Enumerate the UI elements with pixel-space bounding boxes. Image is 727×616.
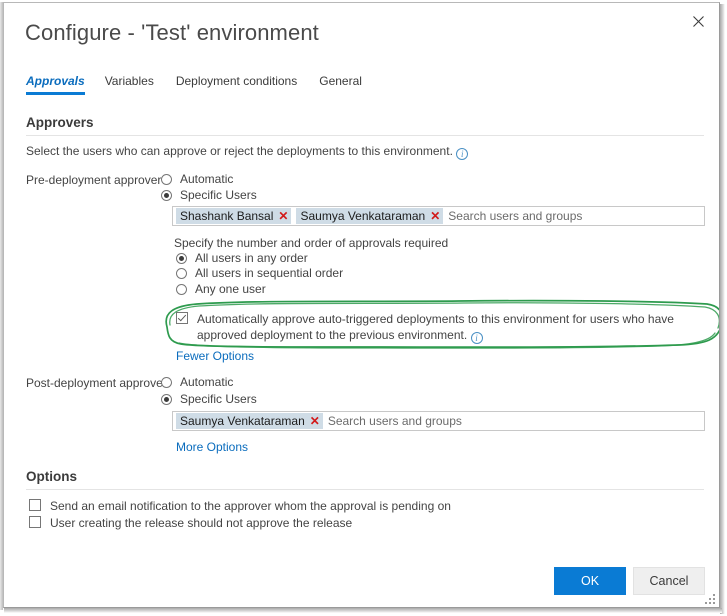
tab-deployment-conditions[interactable]: Deployment conditions <box>176 74 310 95</box>
window-shadow-right <box>720 4 725 614</box>
pre-deployment-approver-label: Pre-deployment approver <box>26 173 161 187</box>
radio-label: Automatic <box>180 172 233 186</box>
radio-label: Specific Users <box>180 188 257 202</box>
checkbox-indicator <box>29 516 41 528</box>
chip-shashank-bansal: Shashank Bansal ✕ <box>176 208 291 224</box>
option-label: Send an email notification to the approv… <box>50 498 451 514</box>
approvers-heading: Approvers <box>26 115 94 130</box>
cancel-button[interactable]: Cancel <box>633 567 705 595</box>
radio-label: Automatic <box>180 375 233 389</box>
close-icon[interactable] <box>685 9 711 33</box>
radio-label: Any one user <box>195 282 266 296</box>
tab-approvals[interactable]: Approvals <box>26 74 91 95</box>
chip-label: Shashank Bansal <box>180 209 273 223</box>
chip-saumya-venkataraman: Saumya Venkataraman ✕ <box>296 208 443 224</box>
auto-approve-label: Automatically approve auto-triggered dep… <box>197 311 696 344</box>
remove-chip-icon[interactable]: ✕ <box>310 415 320 427</box>
approvers-description-text: Select the users who can approve or reje… <box>26 144 453 158</box>
auto-approve-checkbox[interactable]: Automatically approve auto-triggered dep… <box>176 311 696 344</box>
pre-approver-search-input[interactable]: Search users and groups <box>448 209 582 223</box>
post-approver-search-input[interactable]: Search users and groups <box>328 414 462 428</box>
window-shadow-bottom <box>4 608 722 613</box>
radio-label: Specific Users <box>180 392 257 406</box>
radio-indicator <box>161 377 172 388</box>
approvers-description: Select the users who can approve or reje… <box>26 144 468 160</box>
pre-approver-radio-automatic[interactable]: Automatic <box>161 172 233 186</box>
approvers-divider <box>26 135 704 136</box>
configure-environment-dialog: Configure - 'Test' environment Approvals… <box>3 2 720 608</box>
tab-bar: Approvals Variables Deployment condition… <box>26 74 384 95</box>
options-heading: Options <box>26 469 77 484</box>
radio-indicator <box>161 190 172 201</box>
order-radio-all-any-order[interactable]: All users in any order <box>176 251 308 265</box>
checkbox-indicator <box>176 312 188 324</box>
post-approver-people-picker[interactable]: Saumya Venkataraman ✕ Search users and g… <box>172 411 705 431</box>
options-divider <box>26 489 704 490</box>
post-approver-radio-automatic[interactable]: Automatic <box>161 375 233 389</box>
resize-grip-icon[interactable] <box>705 593 716 604</box>
option-label: User creating the release should not app… <box>50 515 352 531</box>
radio-indicator <box>176 253 187 264</box>
auto-approve-text: Automatically approve auto-triggered dep… <box>197 312 674 342</box>
fewer-options-link[interactable]: Fewer Options <box>176 349 254 363</box>
info-icon[interactable]: i <box>471 332 483 344</box>
close-glyph <box>693 16 704 27</box>
chip-label: Saumya Venkataraman <box>300 209 425 223</box>
ok-button[interactable]: OK <box>554 567 626 595</box>
radio-label: All users in any order <box>195 251 308 265</box>
radio-indicator <box>176 268 187 279</box>
order-radio-all-sequential[interactable]: All users in sequential order <box>176 266 343 280</box>
chip-label: Saumya Venkataraman <box>180 414 305 428</box>
radio-indicator <box>161 174 172 185</box>
approval-order-caption: Specify the number and order of approval… <box>174 236 448 250</box>
post-approver-radio-specific-users[interactable]: Specific Users <box>161 392 257 406</box>
option-creator-cannot-approve[interactable]: User creating the release should not app… <box>29 515 352 531</box>
info-icon[interactable]: i <box>456 148 468 160</box>
chip-saumya-venkataraman: Saumya Venkataraman ✕ <box>176 413 323 429</box>
post-deployment-approver-label: Post-deployment approver <box>26 376 167 390</box>
order-radio-any-one-user[interactable]: Any one user <box>176 282 266 296</box>
radio-label: All users in sequential order <box>195 266 343 280</box>
pre-approver-radio-specific-users[interactable]: Specific Users <box>161 188 257 202</box>
remove-chip-icon[interactable]: ✕ <box>430 210 440 222</box>
more-options-link[interactable]: More Options <box>176 440 248 454</box>
checkbox-indicator <box>29 499 41 511</box>
dialog-title: Configure - 'Test' environment <box>25 20 319 46</box>
remove-chip-icon[interactable]: ✕ <box>278 210 288 222</box>
pre-approver-people-picker[interactable]: Shashank Bansal ✕ Saumya Venkataraman ✕ … <box>172 206 705 226</box>
option-email-notification[interactable]: Send an email notification to the approv… <box>29 498 451 514</box>
radio-indicator <box>161 394 172 405</box>
radio-indicator <box>176 284 187 295</box>
tab-variables[interactable]: Variables <box>105 74 167 95</box>
tab-general[interactable]: General <box>319 74 375 95</box>
